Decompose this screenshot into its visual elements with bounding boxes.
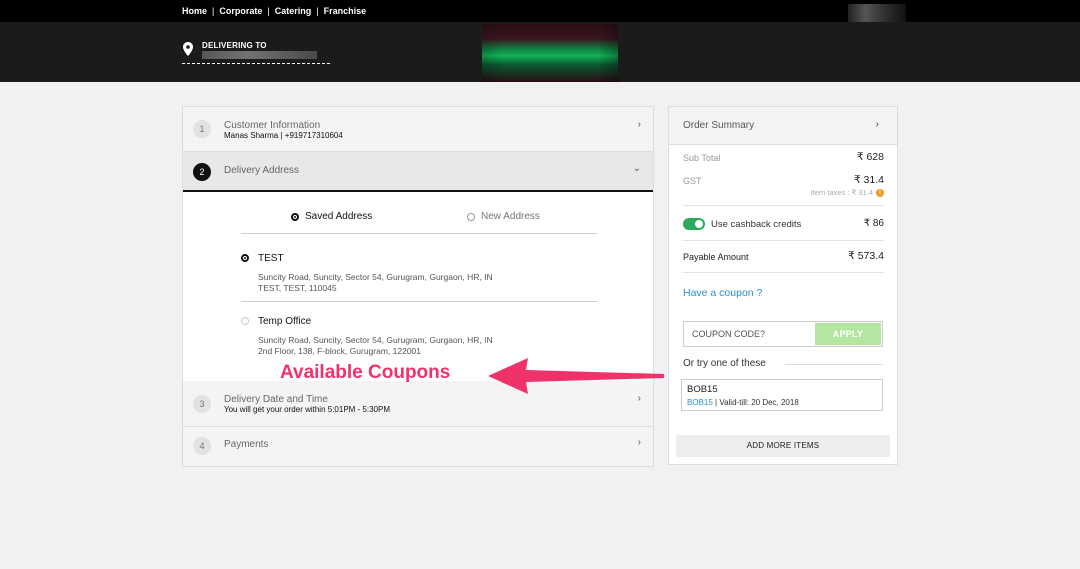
top-nav-links: Home | Corporate | Catering | Franchise xyxy=(182,6,366,16)
address-name: Temp Office xyxy=(258,316,312,327)
coupon-apply-link[interactable]: BOB15 xyxy=(687,398,713,407)
step-title: Delivery Address xyxy=(224,165,300,176)
location-pin-icon xyxy=(183,42,193,56)
address-line-2: 2nd Floor, 138, F-block, Gurugram, 12200… xyxy=(258,346,422,356)
try-coupons-label: Or try one of these xyxy=(683,358,766,369)
divider xyxy=(683,240,884,241)
radio-unselected-icon xyxy=(467,212,475,221)
annotation-arrow-icon xyxy=(488,358,664,394)
address-line-1: Suncity Road, Suncity, Sector 54, Gurugr… xyxy=(258,272,493,282)
coupon-code-form: APPLY xyxy=(683,321,883,347)
gst-value: ₹ 31.4 xyxy=(853,174,884,186)
step-customer-information[interactable]: 1 Customer Information Manas Sharma | +9… xyxy=(183,107,653,152)
divider xyxy=(785,364,883,365)
nav-link-franchise[interactable]: Franchise xyxy=(324,6,367,16)
have-coupon-link[interactable]: Have a coupon ? xyxy=(683,287,762,299)
annotation-label: Available Coupons xyxy=(280,362,451,383)
step-number: 3 xyxy=(193,395,211,413)
checkout-steps-panel: 1 Customer Information Manas Sharma | +9… xyxy=(182,106,654,467)
divider xyxy=(683,205,884,206)
brand-logo-blurred[interactable] xyxy=(482,24,618,82)
item-taxes-note: Item taxes : ₹ 31.4 i xyxy=(811,188,884,197)
coupon-code: BOB15 xyxy=(687,384,718,395)
nav-separator: | xyxy=(316,6,319,16)
info-icon[interactable]: i xyxy=(876,188,884,197)
step-number: 2 xyxy=(193,163,211,181)
tab-label: New Address xyxy=(481,211,540,222)
cashback-toggle[interactable] xyxy=(683,218,705,230)
nav-separator: | xyxy=(267,6,270,16)
nav-link-home[interactable]: Home xyxy=(182,6,207,16)
payable-label: Payable Amount xyxy=(683,252,749,262)
delivery-location[interactable]: DELIVERING TO xyxy=(182,40,332,66)
saved-address-test[interactable]: TEST Suncity Road, Suncity, Sector 54, G… xyxy=(241,253,597,302)
coupon-card[interactable]: BOB15 BOB15 | Valid-till: 20 Dec, 2018 xyxy=(681,379,883,411)
cashback-label: Use cashback credits xyxy=(711,219,802,230)
tab-new-address[interactable]: New Address xyxy=(467,211,540,222)
location-dashed-underline xyxy=(182,63,330,64)
address-line-1: Suncity Road, Suncity, Sector 54, Gurugr… xyxy=(258,335,493,345)
step-subtitle: Manas Sharma | +919717310604 xyxy=(224,131,343,140)
cashback-value: ₹ 86 xyxy=(863,218,884,229)
gst-row: GST ₹ 31.4 Item taxes : ₹ 31.4 i xyxy=(683,174,884,200)
nav-link-catering[interactable]: Catering xyxy=(275,6,312,16)
address-tabs: Saved Address New Address xyxy=(241,211,597,234)
step-title: Customer Information xyxy=(224,120,321,131)
tab-label: Saved Address xyxy=(305,211,373,222)
top-nav-bar: Home | Corporate | Catering | Franchise xyxy=(0,0,1080,22)
address-line-2: TEST, TEST, 110045 xyxy=(258,283,337,293)
apply-coupon-button[interactable]: APPLY xyxy=(815,323,881,345)
coupon-validity: | Valid-till: 20 Dec, 2018 xyxy=(715,398,799,407)
coupon-code-input[interactable] xyxy=(684,322,814,346)
delivering-to-label: DELIVERING TO xyxy=(202,41,267,50)
nav-separator: | xyxy=(212,6,215,16)
step-title: Delivery Date and Time xyxy=(224,394,328,405)
radio-selected-icon[interactable] xyxy=(241,254,249,262)
step-subtitle: You will get your order within 5:01PM - … xyxy=(224,405,391,414)
site-header: DELIVERING TO xyxy=(0,22,1080,82)
subtotal-value: ₹ 628 xyxy=(856,151,884,163)
nav-link-corporate[interactable]: Corporate xyxy=(219,6,262,16)
coupon-meta: BOB15 | Valid-till: 20 Dec, 2018 xyxy=(687,398,799,407)
radio-selected-icon xyxy=(291,212,299,221)
payable-value: ₹ 573.4 xyxy=(848,250,884,262)
order-summary-panel: Order Summary › Sub Total ₹ 628 GST ₹ 31… xyxy=(668,106,898,465)
add-more-items-button[interactable]: ADD MORE ITEMS xyxy=(676,435,890,457)
item-taxes-text: Item taxes : ₹ 31.4 xyxy=(810,188,873,197)
order-summary-header[interactable]: Order Summary › xyxy=(669,107,897,145)
step-title: Payments xyxy=(224,439,269,450)
step-number: 4 xyxy=(193,437,211,455)
tab-saved-address[interactable]: Saved Address xyxy=(291,211,372,222)
cashback-row: Use cashback credits ₹ 86 xyxy=(683,218,884,234)
order-summary-title: Order Summary xyxy=(683,120,755,131)
chevron-right-icon: › xyxy=(637,437,641,448)
gst-label: GST xyxy=(683,176,702,186)
subtotal-row: Sub Total ₹ 628 xyxy=(683,151,884,169)
address-name: TEST xyxy=(258,253,284,264)
radio-unselected-icon[interactable] xyxy=(241,317,249,325)
chevron-down-icon: ⌄ xyxy=(632,163,641,174)
step-delivery-address[interactable]: 2 Delivery Address ⌄ xyxy=(183,152,653,192)
step-payments[interactable]: 4 Payments › xyxy=(183,427,653,466)
chevron-right-icon: › xyxy=(875,119,879,130)
divider xyxy=(683,272,884,273)
account-menu-blurred[interactable] xyxy=(848,4,906,22)
chevron-right-icon: › xyxy=(637,119,641,130)
step-number: 1 xyxy=(193,120,211,138)
subtotal-label: Sub Total xyxy=(683,153,721,163)
delivery-address-blurred xyxy=(202,51,317,59)
payable-row: Payable Amount ₹ 573.4 xyxy=(683,250,884,268)
